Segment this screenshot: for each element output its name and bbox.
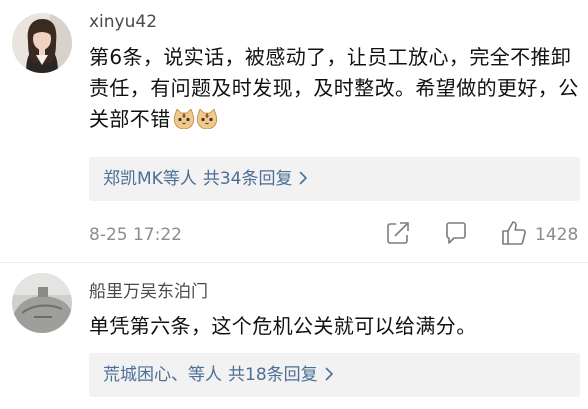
comment-username[interactable]: xinyu42 — [89, 12, 157, 32]
cat-face-icon — [196, 107, 218, 138]
comment-button[interactable] — [443, 220, 469, 250]
chevron-right-icon — [299, 170, 308, 190]
replies-link[interactable]: 荒城困心、等人 共18条回复 — [103, 353, 334, 398]
comment-text: 单凭第六条，这个危机公关就可以给满分。 — [89, 311, 581, 342]
replies-summary[interactable]: 郑凯MK等人 共34条回复 — [89, 157, 580, 201]
like-button[interactable] — [500, 219, 528, 251]
comment-body: 第6条，说实话，被感动了，让员工放心，完全不推卸责任，有问题及时发现，及时整改。… — [89, 45, 579, 131]
comment-item: 船里万吴东泊门 单凭第六条，这个危机公关就可以给满分。 荒城困心、等人 共18条回… — [0, 263, 588, 409]
replies-summary[interactable]: 荒城困心、等人 共18条回复 — [89, 353, 580, 397]
replies-count: 共18条回复 — [228, 365, 318, 385]
replies-users: 郑凯MK等人 — [103, 169, 197, 189]
comment-timestamp: 8-25 17:22 — [89, 225, 182, 245]
chevron-right-icon — [325, 366, 334, 386]
replies-count: 共34条回复 — [202, 169, 293, 189]
avatar[interactable] — [12, 13, 72, 73]
comment-body: 单凭第六条，这个危机公关就可以给满分。 — [89, 314, 477, 338]
replies-link[interactable]: 郑凯MK等人 共34条回复 — [103, 157, 308, 202]
emoji-group — [173, 107, 219, 138]
comment-username[interactable]: 船里万吴东泊门 — [89, 282, 208, 302]
thumbs-up-icon — [502, 221, 526, 245]
replies-users: 荒城困心、等人 — [103, 365, 222, 385]
cat-face-icon — [173, 107, 195, 138]
comment-text: 第6条，说实话，被感动了，让员工放心，完全不推卸责任，有问题及时发现，及时整改。… — [89, 42, 581, 138]
comment-item: xinyu42 第6条，说实话，被感动了，让员工放心，完全不推卸责任，有问题及时… — [0, 0, 588, 262]
comment-bubble-icon — [446, 222, 466, 244]
share-button[interactable] — [385, 220, 411, 250]
like-count: 1428 — [535, 225, 579, 245]
avatar[interactable] — [12, 273, 72, 333]
share-icon — [387, 222, 409, 244]
